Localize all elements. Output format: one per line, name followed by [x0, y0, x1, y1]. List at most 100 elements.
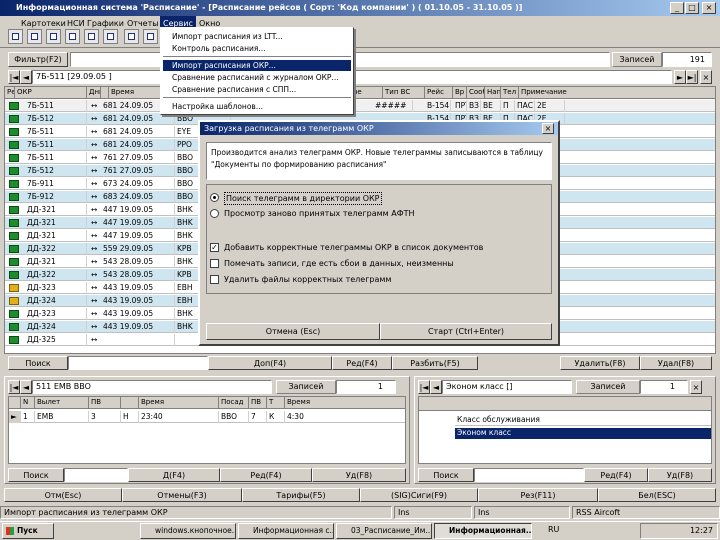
cell-flight: ДД-323: [25, 282, 87, 294]
legs-edit-button[interactable]: Ред(F4): [220, 468, 312, 482]
add-button[interactable]: Доп(F4): [208, 356, 332, 370]
split-button[interactable]: Разбить(F5): [392, 356, 478, 370]
warning-flight-icon: [9, 297, 19, 305]
toolbar-find-icon[interactable]: [103, 29, 118, 44]
column-header[interactable]: ОКР: [15, 87, 87, 99]
column-header[interactable]: Вр: [453, 87, 467, 99]
radio-search-dir[interactable]: Поиск телеграмм в директории ОКР: [210, 192, 470, 205]
radio-view-aftn[interactable]: Просмотр заново принятых телеграмм АФТН: [210, 208, 470, 220]
column-header[interactable]: Время: [139, 397, 219, 409]
search-input[interactable]: [68, 356, 208, 370]
classes-search-button[interactable]: Поиск: [418, 468, 474, 482]
classes-close-button[interactable]: ×: [690, 380, 702, 394]
fn-tariffs-button[interactable]: Тарифы(F5): [242, 488, 360, 502]
toolbar-tools-icon[interactable]: [124, 29, 139, 44]
remove-button[interactable]: Удал(F8): [640, 356, 712, 370]
classes-prev2-button[interactable]: ◄: [430, 380, 442, 394]
column-header[interactable]: Вылет: [35, 397, 89, 409]
service-menu-item[interactable]: Импорт расписания из LTT...: [163, 31, 351, 42]
column-header[interactable]: Рейс: [5, 87, 15, 99]
taskbar-item[interactable]: windows.кнопочное...: [140, 523, 236, 539]
legs-grid[interactable]: N Вылет ПВ Время Посад ПВ Т Время ► 1 EMB 3 Н 23:40 B…: [8, 396, 406, 464]
column-header[interactable]: [121, 397, 139, 409]
column-header[interactable]: Время: [285, 397, 405, 409]
column-header[interactable]: ПВ: [249, 397, 267, 409]
taskbar-item[interactable]: Информационная с...: [238, 523, 334, 539]
legs-prev-button[interactable]: |◄: [8, 380, 20, 394]
taskbar-item[interactable]: 03_Расписание_Им...: [336, 523, 432, 539]
flight-status-icon: [9, 323, 19, 331]
column-header[interactable]: Рейс: [425, 87, 453, 99]
list-item[interactable]: Класс обслуживания: [455, 415, 711, 426]
last-record-button[interactable]: ►|: [686, 70, 698, 84]
edit-button[interactable]: Ред(F4): [332, 356, 392, 370]
classes-edit-button[interactable]: Ред(F4): [584, 468, 648, 482]
search-button[interactable]: Поиск: [8, 356, 68, 370]
dialog-close-button[interactable]: ×: [542, 123, 554, 134]
dialog-cancel-button[interactable]: Отмена (Esc): [206, 323, 380, 340]
toolbar-open-icon[interactable]: [27, 29, 42, 44]
column-header[interactable]: [9, 397, 21, 409]
column-header[interactable]: [101, 87, 109, 99]
check-mark-errors[interactable]: Помечать записи, где есть сбои в данных,…: [210, 258, 530, 270]
legs-prev2-button[interactable]: ◄: [20, 380, 32, 394]
check-delete-files[interactable]: Удалить файлы корректных телеграмм: [210, 274, 530, 286]
toolbar-print-icon[interactable]: [65, 29, 80, 44]
maximize-button[interactable]: □: [685, 2, 699, 14]
service-menu-item[interactable]: Сравнение расписания с СПП...: [163, 84, 351, 95]
close-button[interactable]: ×: [702, 2, 716, 14]
column-header[interactable]: Тел: [501, 87, 519, 99]
column-header[interactable]: Примечание: [519, 87, 715, 99]
column-header[interactable]: ПВ: [89, 397, 121, 409]
classes-prev-button[interactable]: |◄: [418, 380, 430, 394]
cell-value: 2Е: [535, 100, 565, 112]
legs-title-field[interactable]: 511 EMB BBO: [32, 380, 272, 394]
fn-cancellations-button[interactable]: Отмены(F3): [122, 488, 242, 502]
table-row[interactable]: ► 1 EMB 3 Н 23:40 BBO 7 К 4:30: [9, 411, 405, 423]
legs-search-input[interactable]: [64, 468, 128, 482]
classes-search-input[interactable]: [474, 468, 584, 482]
fn-sig-button[interactable]: (SIG)Сиги(F9): [360, 488, 478, 502]
fn-res-button[interactable]: Рез(F11): [478, 488, 598, 502]
service-menu-item[interactable]: Импорт расписания ОКР...: [163, 60, 351, 71]
toolbar-save-icon[interactable]: [46, 29, 61, 44]
column-header[interactable]: Сооб: [467, 87, 485, 99]
close-filter-button[interactable]: ×: [700, 70, 712, 84]
toolbar-settings-icon[interactable]: [143, 29, 158, 44]
check-add-docs[interactable]: ✓ Добавить корректные телеграммы ОКР в с…: [210, 242, 530, 254]
first-record-button[interactable]: |◄: [8, 70, 20, 84]
fn-exit-button[interactable]: Бел(ESC): [598, 488, 716, 502]
column-header[interactable]: Т: [267, 397, 285, 409]
classes-delete-button[interactable]: Уд(F8): [648, 468, 712, 482]
legs-delete-button[interactable]: Уд(F8): [312, 468, 406, 482]
taskbar-item-label: windows.кнопочное...: [155, 526, 236, 535]
window-title-bar[interactable]: Информационная система 'Расписание' - [Р…: [0, 0, 720, 16]
table-row[interactable]: 7Б-511↔681 24.09.05BBO BKS17.10.0528.10.…: [5, 100, 715, 112]
delete-button[interactable]: Удалить(F8): [560, 356, 640, 370]
legs-search-button[interactable]: Поиск: [8, 468, 64, 482]
list-item-selected[interactable]: Эконом класс: [455, 428, 711, 439]
column-header[interactable]: Нап: [485, 87, 501, 99]
service-menu-item[interactable]: Контроль расписания...: [163, 43, 351, 54]
dialog-title-bar[interactable]: Загрузка расписания из телеграмм ОКР: [200, 122, 558, 135]
fn-cancel-button[interactable]: Отм(Esc): [4, 488, 122, 502]
column-header[interactable]: Тип ВС: [383, 87, 425, 99]
classes-title-field[interactable]: Эконом класс []: [442, 380, 572, 394]
next-record-button[interactable]: ►: [674, 70, 686, 84]
taskbar-item-active[interactable]: Информационная...: [434, 523, 532, 539]
minimize-button[interactable]: _: [670, 2, 684, 14]
dialog-start-button[interactable]: Старт (Ctrl+Enter): [380, 323, 552, 340]
tray-lang[interactable]: RU: [548, 525, 559, 534]
column-header[interactable]: N: [21, 397, 35, 409]
service-menu-item[interactable]: Настройка шаблонов...: [163, 101, 351, 112]
toolbar-copy-icon[interactable]: [84, 29, 99, 44]
toolbar-new-icon[interactable]: [8, 29, 23, 44]
legs-add-button[interactable]: Д(F4): [128, 468, 220, 482]
prev-record-button[interactable]: ◄: [20, 70, 32, 84]
start-button[interactable]: Пуск: [2, 523, 54, 539]
column-header[interactable]: Дни: [87, 87, 101, 99]
column-header[interactable]: Посад: [219, 397, 249, 409]
filter-button[interactable]: Фильтр(F2): [8, 52, 68, 67]
service-menu-item[interactable]: Сравнение расписаний с журналом ОКР...: [163, 72, 351, 83]
classes-list[interactable]: Класс обслуживания Эконом класс: [418, 396, 712, 464]
